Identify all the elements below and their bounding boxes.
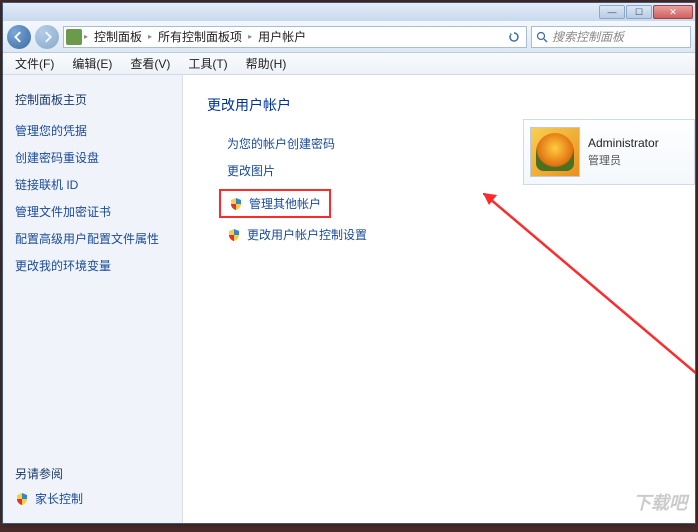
search-icon (536, 31, 548, 43)
page-title: 更改用户帐户 (207, 95, 671, 115)
menubar: 文件(F) 编辑(E) 查看(V) 工具(T) 帮助(H) (3, 53, 695, 75)
link-manage-accounts[interactable]: 管理其他帐户 (229, 195, 321, 212)
main: 更改用户帐户 为您的帐户创建密码 更改图片 管理其他帐户 更改用户帐户控制设置 (183, 75, 695, 523)
arrow-right-icon (41, 31, 53, 43)
link-label: 为您的帐户创建密码 (227, 135, 335, 152)
shield-icon (229, 197, 243, 211)
highlighted-box: 管理其他帐户 (219, 189, 331, 218)
sidebar-link-parental[interactable]: 家长控制 (15, 490, 170, 507)
control-panel-icon (66, 29, 82, 45)
sidebar-footer-link-label: 家长控制 (35, 490, 83, 507)
refresh-button[interactable] (504, 27, 524, 47)
user-name: Administrator (588, 136, 659, 150)
avatar-flower-icon (536, 133, 574, 171)
search-input[interactable]: 搜索控制面板 (531, 26, 691, 48)
arrow-left-icon (13, 31, 25, 43)
sidebar-link-online-id[interactable]: 链接联机 ID (15, 176, 170, 193)
breadcrumb-seg[interactable]: 所有控制面板项 (154, 28, 246, 45)
breadcrumb-sep: ▸ (248, 32, 252, 41)
breadcrumb-sep: ▸ (148, 32, 152, 41)
watermark: 下载吧 (633, 489, 687, 515)
link-uac-settings[interactable]: 更改用户帐户控制设置 (227, 226, 671, 243)
menu-edit[interactable]: 编辑(E) (64, 53, 120, 74)
close-button[interactable]: ✕ (653, 5, 693, 19)
sidebar-footer: 另请参阅 家长控制 (15, 453, 170, 507)
menu-help[interactable]: 帮助(H) (238, 53, 295, 74)
navbar: ▸ 控制面板 ▸ 所有控制面板项 ▸ 用户帐户 搜索控制面板 (3, 21, 695, 53)
user-role: 管理员 (588, 152, 659, 168)
link-label: 更改图片 (227, 162, 275, 179)
search-placeholder: 搜索控制面板 (552, 28, 624, 45)
link-label: 更改用户帐户控制设置 (247, 226, 367, 243)
sidebar-link-credentials[interactable]: 管理您的凭据 (15, 122, 170, 139)
shield-icon (15, 492, 29, 506)
maximize-button[interactable]: ☐ (626, 5, 652, 19)
nav-back-button[interactable] (7, 25, 31, 49)
breadcrumb-seg[interactable]: 用户帐户 (254, 28, 310, 45)
titlebar: — ☐ ✕ (3, 3, 695, 21)
sidebar-footer-heading: 另请参阅 (15, 465, 170, 482)
breadcrumb-sep: ▸ (84, 32, 88, 41)
sidebar-link-profile-props[interactable]: 配置高级用户配置文件属性 (15, 230, 170, 247)
nav-forward-button[interactable] (35, 25, 59, 49)
menu-view[interactable]: 查看(V) (122, 53, 178, 74)
body: 控制面板主页 管理您的凭据 创建密码重设盘 链接联机 ID 管理文件加密证书 配… (3, 75, 695, 523)
avatar (530, 127, 580, 177)
sidebar-link-env-vars[interactable]: 更改我的环境变量 (15, 257, 170, 274)
window: — ☐ ✕ ▸ 控制面板 ▸ 所有控制面板项 ▸ 用户帐户 搜索控制面板 (2, 2, 696, 524)
user-card: Administrator 管理员 (523, 119, 695, 185)
link-label: 管理其他帐户 (249, 195, 321, 212)
minimize-button[interactable]: — (599, 5, 625, 19)
breadcrumb-seg[interactable]: 控制面板 (90, 28, 146, 45)
refresh-icon (508, 31, 520, 43)
sidebar-heading: 控制面板主页 (15, 91, 170, 108)
sidebar: 控制面板主页 管理您的凭据 创建密码重设盘 链接联机 ID 管理文件加密证书 配… (3, 75, 183, 523)
sidebar-link-encryption[interactable]: 管理文件加密证书 (15, 203, 170, 220)
breadcrumb[interactable]: ▸ 控制面板 ▸ 所有控制面板项 ▸ 用户帐户 (63, 26, 527, 48)
menu-tools[interactable]: 工具(T) (180, 53, 235, 74)
shield-icon (227, 228, 241, 242)
sidebar-link-password-reset[interactable]: 创建密码重设盘 (15, 149, 170, 166)
menu-file[interactable]: 文件(F) (7, 53, 62, 74)
user-info: Administrator 管理员 (588, 136, 659, 168)
